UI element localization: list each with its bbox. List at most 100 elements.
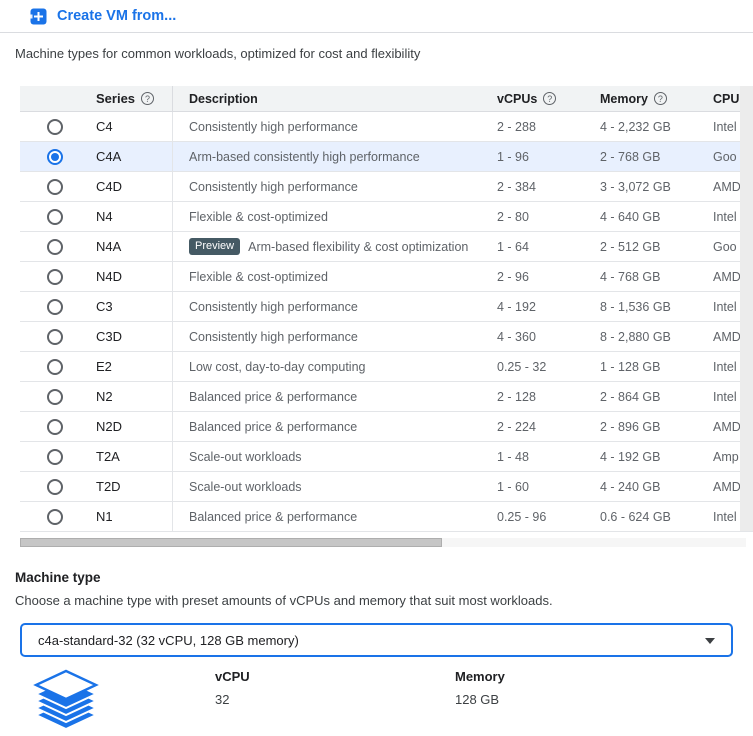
series-description: Consistently high performance (189, 179, 358, 194)
vcpu-detail-value: 32 (215, 692, 230, 707)
series-vcpus: 1 - 48 (497, 449, 529, 464)
table-row[interactable]: E2 Low cost, day-to-day computing 0.25 -… (20, 352, 753, 382)
series-cpu: Intel (713, 299, 737, 314)
series-description-cell: Consistently high performance (172, 172, 497, 201)
series-vcpus: 4 - 192 (497, 299, 536, 314)
series-radio[interactable] (47, 358, 63, 375)
vcpus-header-label: vCPUs (497, 91, 538, 106)
machine-type-section: Machine type Choose a machine type with … (15, 570, 753, 733)
series-description-cell: Balanced price & performance (172, 382, 497, 411)
table-header-row: Series ? Description vCPUs ? Memory ? CP… (20, 86, 753, 112)
series-description-cell: Balanced price & performance (172, 502, 497, 531)
machine-type-select[interactable]: c4a-standard-32 (32 vCPU, 128 GB memory) (20, 623, 733, 657)
series-description: Low cost, day-to-day computing (189, 359, 366, 374)
table-row[interactable]: N4A Preview Arm-based flexibility & cost… (20, 232, 753, 262)
series-radio[interactable] (47, 448, 63, 465)
table-right-gutter (740, 86, 753, 531)
series-cpu: AMD (713, 479, 740, 494)
series-vcpus: 2 - 96 (497, 269, 529, 284)
series-memory: 4 - 2,232 GB (600, 119, 671, 134)
series-radio[interactable] (47, 388, 63, 405)
series-radio[interactable] (47, 418, 63, 435)
series-cpu: Goo (713, 149, 737, 164)
radio-cell (20, 448, 90, 465)
table-row[interactable]: N1 Balanced price & performance 0.25 - 9… (20, 502, 753, 532)
table-row[interactable]: C3 Consistently high performance 4 - 192… (20, 292, 753, 322)
machine-table-body: C4 Consistently high performance 2 - 288… (20, 112, 753, 532)
series-memory: 8 - 1,536 GB (600, 299, 671, 314)
table-row[interactable]: N2D Balanced price & performance 2 - 224… (20, 412, 753, 442)
preview-badge: Preview (189, 238, 241, 255)
series-radio[interactable] (47, 268, 63, 285)
radio-cell (20, 118, 90, 135)
table-row[interactable]: T2D Scale-out workloads 1 - 60 4 - 240 G… (20, 472, 753, 502)
page-subtitle: Machine types for common workloads, opti… (15, 46, 421, 61)
series-radio[interactable] (47, 328, 63, 345)
series-description: Consistently high performance (189, 329, 358, 344)
series-memory: 2 - 768 GB (600, 149, 661, 164)
column-header-description: Description (172, 86, 497, 111)
series-name: N1 (96, 509, 113, 524)
cpu-header-label: CPU (713, 91, 740, 106)
table-row[interactable]: C3D Consistently high performance 4 - 36… (20, 322, 753, 352)
table-row[interactable]: T2A Scale-out workloads 1 - 48 4 - 192 G… (20, 442, 753, 472)
memory-detail-label: Memory (455, 669, 505, 684)
series-radio[interactable] (47, 118, 63, 135)
series-radio[interactable] (47, 178, 63, 195)
radio-cell (20, 238, 90, 255)
series-description-cell: Scale-out workloads (172, 442, 497, 471)
series-vcpus: 2 - 384 (497, 179, 536, 194)
series-description: Balanced price & performance (189, 509, 358, 524)
series-radio[interactable] (47, 238, 63, 255)
scrollbar-thumb[interactable] (20, 538, 442, 547)
series-cpu: AMD (713, 269, 740, 284)
vcpu-detail-label: vCPU (215, 669, 250, 684)
series-radio[interactable] (47, 478, 63, 495)
series-memory: 4 - 768 GB (600, 269, 661, 284)
series-cpu: Intel (713, 389, 737, 404)
radio-cell (20, 298, 90, 315)
machine-series-table: Series ? Description vCPUs ? Memory ? CP… (20, 86, 753, 532)
series-radio[interactable] (47, 148, 63, 165)
series-memory: 2 - 896 GB (600, 419, 661, 434)
machine-type-selected-value: c4a-standard-32 (32 vCPU, 128 GB memory) (38, 632, 299, 648)
column-header-memory: Memory ? (600, 92, 713, 106)
top-toolbar: Create VM from... (0, 0, 753, 33)
series-header-label: Series (96, 91, 136, 106)
help-icon[interactable]: ? (141, 92, 155, 105)
create-vm-from-button[interactable]: Create VM from... (30, 8, 176, 25)
table-row[interactable]: N2 Balanced price & performance 2 - 128 … (20, 382, 753, 412)
memory-header-label: Memory (600, 91, 648, 106)
series-description-cell: Balanced price & performance (172, 412, 497, 441)
help-icon[interactable]: ? (543, 92, 557, 105)
series-cpu: AMD (713, 419, 740, 434)
series-description-cell: Consistently high performance (172, 292, 497, 321)
series-description: Balanced price & performance (189, 389, 358, 404)
series-name: C4D (96, 179, 123, 194)
series-radio[interactable] (47, 208, 63, 225)
radio-cell (20, 358, 90, 375)
table-row[interactable]: C4 Consistently high performance 2 - 288… (20, 112, 753, 142)
series-memory: 1 - 128 GB (600, 359, 661, 374)
series-vcpus: 2 - 288 (497, 119, 536, 134)
series-description: Balanced price & performance (189, 419, 358, 434)
series-description-cell: Flexible & cost-optimized (172, 262, 497, 291)
series-name: C3D (96, 329, 123, 344)
series-description: Consistently high performance (189, 299, 358, 314)
table-row[interactable]: N4D Flexible & cost-optimized 2 - 96 4 -… (20, 262, 753, 292)
series-radio[interactable] (47, 298, 63, 315)
help-icon[interactable]: ? (653, 92, 667, 105)
table-row[interactable]: C4D Consistently high performance 2 - 38… (20, 172, 753, 202)
series-name: N4 (96, 209, 113, 224)
table-row[interactable]: C4A Arm-based consistently high performa… (20, 142, 753, 172)
series-memory: 2 - 512 GB (600, 239, 661, 254)
radio-cell (20, 328, 90, 345)
radio-cell (20, 148, 90, 165)
radio-cell (20, 268, 90, 285)
series-memory: 4 - 240 GB (600, 479, 661, 494)
description-header-label: Description (189, 91, 258, 106)
table-row[interactable]: N4 Flexible & cost-optimized 2 - 80 4 - … (20, 202, 753, 232)
series-memory: 0.6 - 624 GB (600, 509, 671, 524)
series-radio[interactable] (47, 508, 63, 525)
series-name: C4 (96, 119, 113, 134)
